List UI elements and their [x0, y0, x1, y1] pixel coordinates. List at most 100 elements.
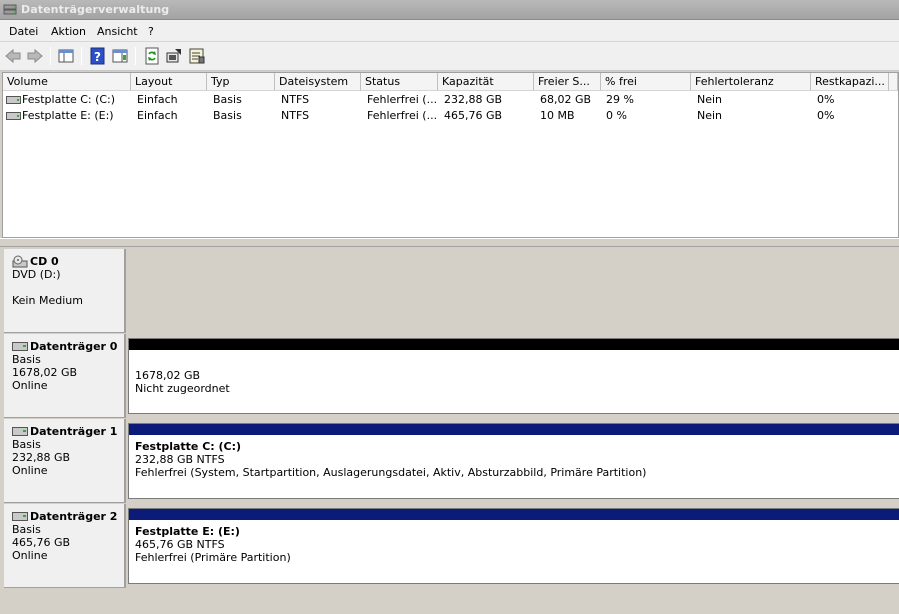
cell-volume: Festplatte E: (E:)	[22, 109, 114, 122]
disk-name: Datenträger 2	[30, 510, 118, 523]
partition-bar-primary	[129, 424, 899, 435]
svg-text:?: ?	[94, 50, 101, 64]
volume-icon	[6, 112, 21, 120]
back-icon[interactable]	[4, 47, 22, 65]
partition-unallocated[interactable]: 1678,02 GB Nicht zugeordnet	[128, 338, 899, 414]
cell-layout: Einfach	[137, 109, 178, 122]
column-header-fehlertoleranz[interactable]: Fehlertoleranz	[691, 73, 811, 91]
partition-c[interactable]: Festplatte C: (C:) 232,88 GB NTFS Fehler…	[128, 423, 899, 499]
menu-aktion[interactable]: Aktion	[51, 25, 86, 38]
cd-empty-area	[128, 249, 899, 333]
disk-name: Datenträger 0	[30, 340, 118, 353]
disk-icon	[12, 427, 28, 436]
partition-e[interactable]: Festplatte E: (E:) 465,76 GB NTFS Fehler…	[128, 508, 899, 584]
disk-0-area: 1678,02 GB Nicht zugeordnet	[128, 334, 899, 418]
forward-icon[interactable]	[26, 47, 44, 65]
disk-type: Basis	[12, 523, 41, 536]
cell-typ: Basis	[213, 93, 242, 106]
partition-size: 1678,02 GB	[135, 369, 201, 382]
cell-volume: Festplatte C: (C:)	[22, 93, 116, 106]
column-header-dateisystem[interactable]: Dateisystem	[275, 73, 361, 91]
column-header-restkapazitaet[interactable]: Restkapazi...	[811, 73, 889, 91]
disk-status: Online	[12, 379, 48, 392]
disk-label-0[interactable]: Datenträger 0 Basis 1678,02 GB Online	[4, 334, 126, 418]
cell-dateisystem: NTFS	[281, 109, 310, 122]
menu-ansicht[interactable]: Ansicht	[97, 25, 138, 38]
title-bar[interactable]: Datenträgerverwaltung	[0, 0, 899, 20]
disk-status: Kein Medium	[12, 294, 83, 307]
column-header-status[interactable]: Status	[361, 73, 438, 91]
table-row[interactable]: Festplatte C: (C:) Einfach Basis NTFS Fe…	[3, 92, 898, 108]
cell-freier-speicher: 10 MB	[540, 109, 575, 122]
menu-help[interactable]: ?	[148, 25, 154, 38]
cell-restkapazitaet: 0%	[817, 109, 835, 122]
cell-prozent-frei: 0 %	[606, 109, 627, 122]
console-tree-icon[interactable]	[57, 47, 75, 65]
table-row[interactable]: Festplatte E: (E:) Einfach Basis NTFS Fe…	[3, 108, 898, 124]
partition-bar-unallocated	[129, 339, 899, 350]
refresh-icon[interactable]	[143, 47, 161, 65]
column-header-volume[interactable]: Volume	[3, 73, 131, 91]
menu-bar: Datei Aktion Ansicht ?	[0, 20, 899, 42]
column-header-freier-speicher[interactable]: Freier S...	[534, 73, 601, 91]
column-header-kapazitaet[interactable]: Kapazität	[438, 73, 534, 91]
column-header-prozent-frei[interactable]: % frei	[601, 73, 691, 91]
toolbar-separator	[81, 47, 82, 65]
volume-icon	[6, 96, 21, 104]
help-icon[interactable]: ?	[89, 47, 107, 65]
disk-name: CD 0	[30, 255, 59, 268]
disk-map: CD 0 DVD (D:) Kein Medium Datenträger 0 …	[2, 247, 899, 614]
cell-prozent-frei: 29 %	[606, 93, 634, 106]
toolbar-separator	[135, 47, 136, 65]
disk-status: Online	[12, 549, 48, 562]
cell-fehlertoleranz: Nein	[697, 109, 723, 122]
disk-size: 1678,02 GB	[12, 366, 78, 379]
toolbar: ?	[0, 42, 899, 71]
cell-restkapazitaet: 0%	[817, 93, 835, 106]
partition-status: Fehlerfrei (Primäre Partition)	[135, 551, 291, 564]
toolbar-separator	[50, 47, 51, 65]
disk-name: Datenträger 1	[30, 425, 118, 438]
partition-status: Nicht zugeordnet	[135, 382, 230, 395]
disk-icon	[12, 512, 28, 521]
properties-icon[interactable]	[188, 47, 206, 65]
cell-fehlertoleranz: Nein	[697, 93, 723, 106]
disk-size: 465,76 GB	[12, 536, 71, 549]
cell-kapazitaet: 232,88 GB	[444, 93, 503, 106]
disk-size	[12, 281, 124, 294]
disk-label-1[interactable]: Datenträger 1 Basis 232,88 GB Online	[4, 419, 126, 503]
disk-status: Online	[12, 464, 48, 477]
column-header-typ[interactable]: Typ	[207, 73, 275, 91]
disk-label-cd0[interactable]: CD 0 DVD (D:) Kein Medium	[4, 249, 126, 333]
disk-2-area: Festplatte E: (E:) 465,76 GB NTFS Fehler…	[128, 504, 899, 588]
partition-size: 465,76 GB NTFS	[135, 538, 225, 551]
action-pane-icon[interactable]	[111, 47, 129, 65]
cell-status: Fehlerfrei (...	[367, 93, 438, 106]
disk-management-icon	[3, 4, 17, 15]
volume-list: Volume Layout Typ Dateisystem Status Kap…	[2, 72, 899, 238]
partition-title: Festplatte C: (C:)	[135, 440, 242, 453]
disk-label-2[interactable]: Datenträger 2 Basis 465,76 GB Online	[4, 504, 126, 588]
partition-title: Festplatte E: (E:)	[135, 525, 240, 538]
cell-kapazitaet: 465,76 GB	[444, 109, 503, 122]
partition-bar-primary	[129, 509, 899, 520]
disk-type: DVD (D:)	[12, 268, 61, 281]
disk-type: Basis	[12, 438, 41, 451]
partition-size: 232,88 GB NTFS	[135, 453, 225, 466]
pane-splitter[interactable]	[0, 238, 899, 247]
rescan-disks-icon[interactable]	[165, 47, 183, 65]
cell-dateisystem: NTFS	[281, 93, 310, 106]
cell-freier-speicher: 68,02 GB	[540, 93, 592, 106]
column-header-layout[interactable]: Layout	[131, 73, 207, 91]
column-header-filler	[889, 73, 898, 91]
partition-status: Fehlerfrei (System, Startpartition, Ausl…	[135, 466, 647, 479]
disk-type: Basis	[12, 353, 41, 366]
cd-drive-icon	[12, 255, 28, 268]
cell-status: Fehlerfrei (...	[367, 109, 438, 122]
disk-size: 232,88 GB	[12, 451, 71, 464]
disk-1-area: Festplatte C: (C:) 232,88 GB NTFS Fehler…	[128, 419, 899, 503]
cell-typ: Basis	[213, 109, 242, 122]
window-title: Datenträgerverwaltung	[21, 3, 170, 16]
menu-datei[interactable]: Datei	[9, 25, 38, 38]
disk-icon	[12, 342, 28, 351]
